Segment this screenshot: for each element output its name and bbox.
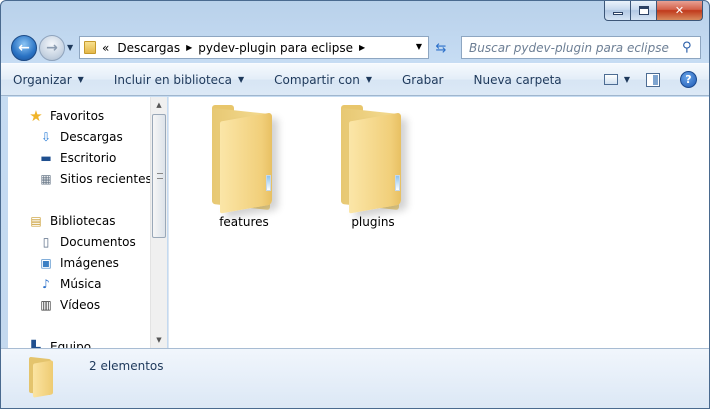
chevron-down-icon: ▼ [77, 75, 84, 84]
refresh-icon: ⇆ [435, 40, 447, 56]
downloads-icon: ⇩ [40, 130, 52, 144]
back-arrow-icon: ← [18, 40, 30, 56]
minimize-button[interactable] [604, 1, 631, 21]
file-list: features plugins [168, 97, 709, 348]
address-bar[interactable]: « Descargas ▶ pydev-plugin para eclipse … [79, 36, 429, 59]
share-with-button[interactable]: Compartir con ▼ [274, 73, 372, 87]
sidebar-item-label: Vídeos [60, 298, 101, 312]
documents-icon: ▯ [42, 235, 50, 249]
sidebar-group-label: Bibliotecas [50, 214, 116, 228]
organize-label: Organizar [13, 72, 72, 87]
toolbar-right-group: ▼ ? [603, 71, 697, 88]
library-icon: ▤ [30, 214, 42, 228]
sidebar-item-label: Escritorio [60, 151, 117, 165]
chevron-down-icon: ▼ [365, 75, 372, 84]
sidebar-item-label: Documentos [60, 235, 136, 249]
sidebar-group-equipo[interactable]: ▙ Equipo [28, 337, 91, 348]
breadcrumb: « Descargas ▶ pydev-plugin para eclipse … [102, 41, 365, 55]
search-input[interactable]: Buscar pydev-plugin para eclipse [469, 41, 682, 55]
sidebar-group-bibliotecas[interactable]: ▤ Bibliotecas [28, 211, 115, 231]
breadcrumb-item-descargas[interactable]: Descargas [117, 41, 180, 55]
folder-icon [84, 41, 96, 54]
sidebar-item-label: Sitios recientes [60, 172, 152, 186]
recent-places-icon: ▦ [40, 172, 52, 186]
sidebar-group-label: Equipo [50, 340, 92, 348]
include-in-library-button[interactable]: Incluir en biblioteca ▼ [114, 73, 244, 87]
folder-icon [27, 356, 57, 398]
videos-icon: ▥ [40, 298, 52, 312]
breadcrumb-item-current[interactable]: pydev-plugin para eclipse [198, 41, 353, 55]
refresh-button[interactable]: ⇆ [431, 38, 451, 58]
folder-icon [335, 103, 411, 214]
grip-icon [157, 173, 163, 179]
folder-name: features [219, 215, 269, 229]
explorer-window: ✕ ← → ▼ « Descargas ▶ pydev-plugin para … [0, 0, 710, 409]
sidebar-item-descargas[interactable]: ⇩ Descargas [38, 127, 123, 147]
sidebar-item-imagenes[interactable]: ▣ Imágenes [38, 253, 119, 273]
navigation-bar: ← → ▼ « Descargas ▶ pydev-plugin para ec… [1, 31, 709, 63]
sidebar-item-videos[interactable]: ▥ Vídeos [38, 295, 100, 315]
folder-item[interactable]: plugins [318, 103, 428, 229]
sidebar-group-label: Favoritos [50, 109, 105, 123]
help-label: ? [685, 73, 692, 86]
forward-button[interactable]: → [39, 35, 65, 61]
maximize-button[interactable] [631, 1, 657, 21]
scroll-down-icon[interactable]: ▼ [151, 332, 167, 348]
change-view-icon[interactable] [603, 74, 618, 85]
caption-buttons: ✕ [604, 1, 703, 21]
sidebar-item-label: Imágenes [60, 256, 119, 270]
chevron-right-icon[interactable]: ▶ [186, 43, 192, 52]
burn-label: Grabar [401, 72, 444, 87]
sidebar-item-escritorio[interactable]: ▬ Escritorio [38, 148, 116, 168]
folder-icon [206, 103, 282, 214]
burn-button[interactable]: Grabar [402, 73, 444, 87]
organize-menu-button[interactable]: Organizar ▼ [13, 73, 84, 87]
include-label: Incluir en biblioteca [113, 72, 233, 87]
sidebar-item-label: Descargas [60, 130, 123, 144]
chevron-down-icon: ▼ [238, 75, 245, 84]
chevron-right-icon[interactable]: ▶ [359, 43, 365, 52]
search-icon[interactable]: ⚲ [682, 40, 700, 55]
star-icon: ★ [29, 107, 43, 125]
sidebar-item-documentos[interactable]: ▯ Documentos [38, 232, 136, 252]
navigation-pane: ★ Favoritos ⇩ Descargas ▬ Escritorio ▦ S… [8, 97, 167, 348]
navigation-pane-scrollbar[interactable]: ▲ ▼ [150, 97, 167, 348]
pictures-icon: ▣ [40, 256, 52, 270]
details-pane: 2 elementos [1, 348, 709, 408]
item-count: 2 elementos [89, 359, 164, 373]
music-icon: ♪ [42, 277, 50, 291]
sidebar-item-sitios-recientes[interactable]: ▦ Sitios recientes [38, 169, 152, 189]
recent-pages-dropdown[interactable]: ▼ [67, 43, 73, 52]
close-button[interactable]: ✕ [657, 1, 703, 21]
new-folder-button[interactable]: Nueva carpeta [473, 73, 561, 87]
back-button[interactable]: ← [11, 35, 37, 61]
maximize-icon [638, 6, 649, 15]
close-icon: ✕ [674, 4, 685, 17]
computer-icon: ▙ [31, 340, 41, 348]
help-icon[interactable]: ? [680, 71, 697, 88]
breadcrumb-overflow[interactable]: « [102, 41, 109, 55]
sidebar-group-favoritos[interactable]: ★ Favoritos [28, 106, 104, 126]
desktop-icon: ▬ [40, 151, 52, 165]
forward-arrow-icon: → [46, 40, 58, 56]
address-history-dropdown[interactable]: ▼ [416, 42, 422, 51]
scrollbar-thumb[interactable] [152, 114, 166, 238]
sidebar-item-musica[interactable]: ♪ Música [38, 274, 102, 294]
folder-name: plugins [351, 215, 395, 229]
command-bar: Organizar ▼ Incluir en biblioteca ▼ Compar… [1, 63, 709, 96]
share-label: Compartir con [274, 72, 360, 87]
minimize-icon [612, 12, 623, 15]
folder-item[interactable]: features [189, 103, 299, 229]
sidebar-item-label: Música [60, 277, 102, 291]
search-box[interactable]: Buscar pydev-plugin para eclipse ⚲ [461, 36, 701, 59]
new-folder-label: Nueva carpeta [473, 72, 562, 87]
scroll-up-icon[interactable]: ▲ [151, 97, 167, 113]
title-bar[interactable]: ✕ [1, 1, 709, 31]
view-options-dropdown[interactable]: ▼ [624, 75, 630, 84]
preview-pane-icon[interactable] [646, 72, 660, 87]
